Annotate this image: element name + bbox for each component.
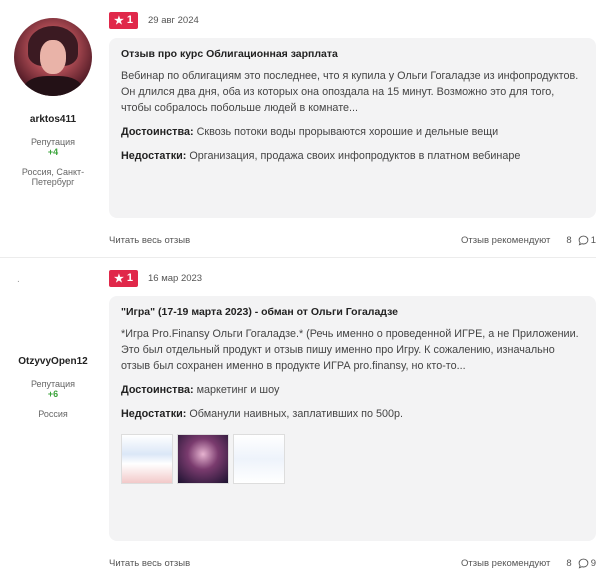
pros-label: Достоинства: xyxy=(121,126,194,138)
comments-count: 1 xyxy=(590,234,596,246)
review-header: ★ 1 16 мар 2023 xyxy=(109,268,596,288)
review-header: ★ 1 29 авг 2024 xyxy=(109,10,596,30)
review-title[interactable]: "Игра" (17-19 марта 2023) - обман от Оль… xyxy=(121,306,584,318)
rating-badge: ★ 1 xyxy=(109,269,138,287)
star-icon: ★ xyxy=(114,272,124,285)
author-avatar-placeholder: . xyxy=(17,274,20,285)
pros-text: Сквозь потоки воды прорываются хорошие и… xyxy=(196,126,499,138)
reputation-value: +4 xyxy=(47,147,59,157)
review-body[interactable]: Отзыв про курс Облигационная зарплата Ве… xyxy=(109,38,596,218)
star-icon: ★ xyxy=(114,14,124,27)
recommend-label: Отзыв рекомендуют xyxy=(461,234,551,246)
pros-text: маркетинг и шоу xyxy=(196,384,280,396)
author-location: Россия xyxy=(38,409,68,419)
review-image-thumbnail[interactable] xyxy=(121,434,173,484)
review-text: Вебинар по облигациям это последнее, что… xyxy=(121,70,579,114)
review-date: 29 авг 2024 xyxy=(148,14,199,26)
cons-text: Обманули наивных, заплативших по 500р. xyxy=(189,408,403,420)
reputation-label: Репутация xyxy=(30,137,76,147)
comments-count: 9 xyxy=(590,557,596,569)
cons-text: Организация, продажа своих инфопродуктов… xyxy=(189,150,521,162)
review-content: ★ 1 29 авг 2024 Отзыв про курс Облигацио… xyxy=(109,10,596,250)
review-pros: Достоинства: маркетинг и шоу xyxy=(121,382,584,398)
review-pros: Достоинства: Сквозь потоки воды прорываю… xyxy=(121,124,584,140)
recommend-count: 8 xyxy=(566,557,572,569)
review-footer: Читать весь отзыв Отзыв рекомендуют 8 1 xyxy=(109,230,596,250)
review-image-thumbnail[interactable] xyxy=(233,434,285,484)
review-footer: Читать весь отзыв Отзыв рекомендуют 8 9 xyxy=(109,553,596,573)
comment-icon xyxy=(578,558,589,569)
recommend-count: 8 xyxy=(566,234,572,246)
review-title[interactable]: Отзыв про курс Облигационная зарплата xyxy=(121,48,584,60)
author-name[interactable]: arktos411 xyxy=(0,114,106,125)
rating-badge: ★ 1 xyxy=(109,11,138,29)
review-images xyxy=(121,434,584,484)
reputation-value: +6 xyxy=(47,389,59,399)
cons-label: Недостатки: xyxy=(121,150,187,162)
comments-button[interactable]: 1 xyxy=(578,235,596,246)
author-name[interactable]: OtzyvyOpen12 xyxy=(0,356,106,367)
review-content: ★ 1 16 мар 2023 "Игра" (17-19 марта 2023… xyxy=(109,268,596,573)
review-text: *Игра Pro.Finansy Ольги Гогаладзе.* (Реч… xyxy=(121,328,579,372)
cons-label: Недостатки: xyxy=(121,408,187,420)
review-cons: Недостатки: Обманули наивных, заплативши… xyxy=(121,406,584,422)
review-date: 16 мар 2023 xyxy=(148,272,203,284)
review-divider xyxy=(0,257,596,258)
review-image-thumbnail[interactable] xyxy=(177,434,229,484)
comment-icon xyxy=(578,235,589,246)
pros-label: Достоинства: xyxy=(121,384,194,396)
avatar[interactable] xyxy=(14,18,92,96)
comments-button[interactable]: 9 xyxy=(578,558,596,569)
read-full-link[interactable]: Читать весь отзыв xyxy=(109,235,461,246)
rating-value: 1 xyxy=(126,272,133,284)
review-body[interactable]: "Игра" (17-19 марта 2023) - обман от Оль… xyxy=(109,296,596,541)
recommend-label: Отзыв рекомендуют xyxy=(461,557,551,569)
read-full-link[interactable]: Читать весь отзыв xyxy=(109,558,461,569)
review-cons: Недостатки: Организация, продажа своих и… xyxy=(121,148,584,164)
review-author: arktos411 Репутация +4 Россия, Санкт-Пет… xyxy=(0,18,106,187)
reputation-label: Репутация xyxy=(30,379,76,389)
review-author: . OtzyvyOpen12 Репутация +6 Россия xyxy=(0,274,106,419)
rating-value: 1 xyxy=(126,14,133,26)
author-location: Россия, Санкт-Петербург xyxy=(21,167,85,187)
